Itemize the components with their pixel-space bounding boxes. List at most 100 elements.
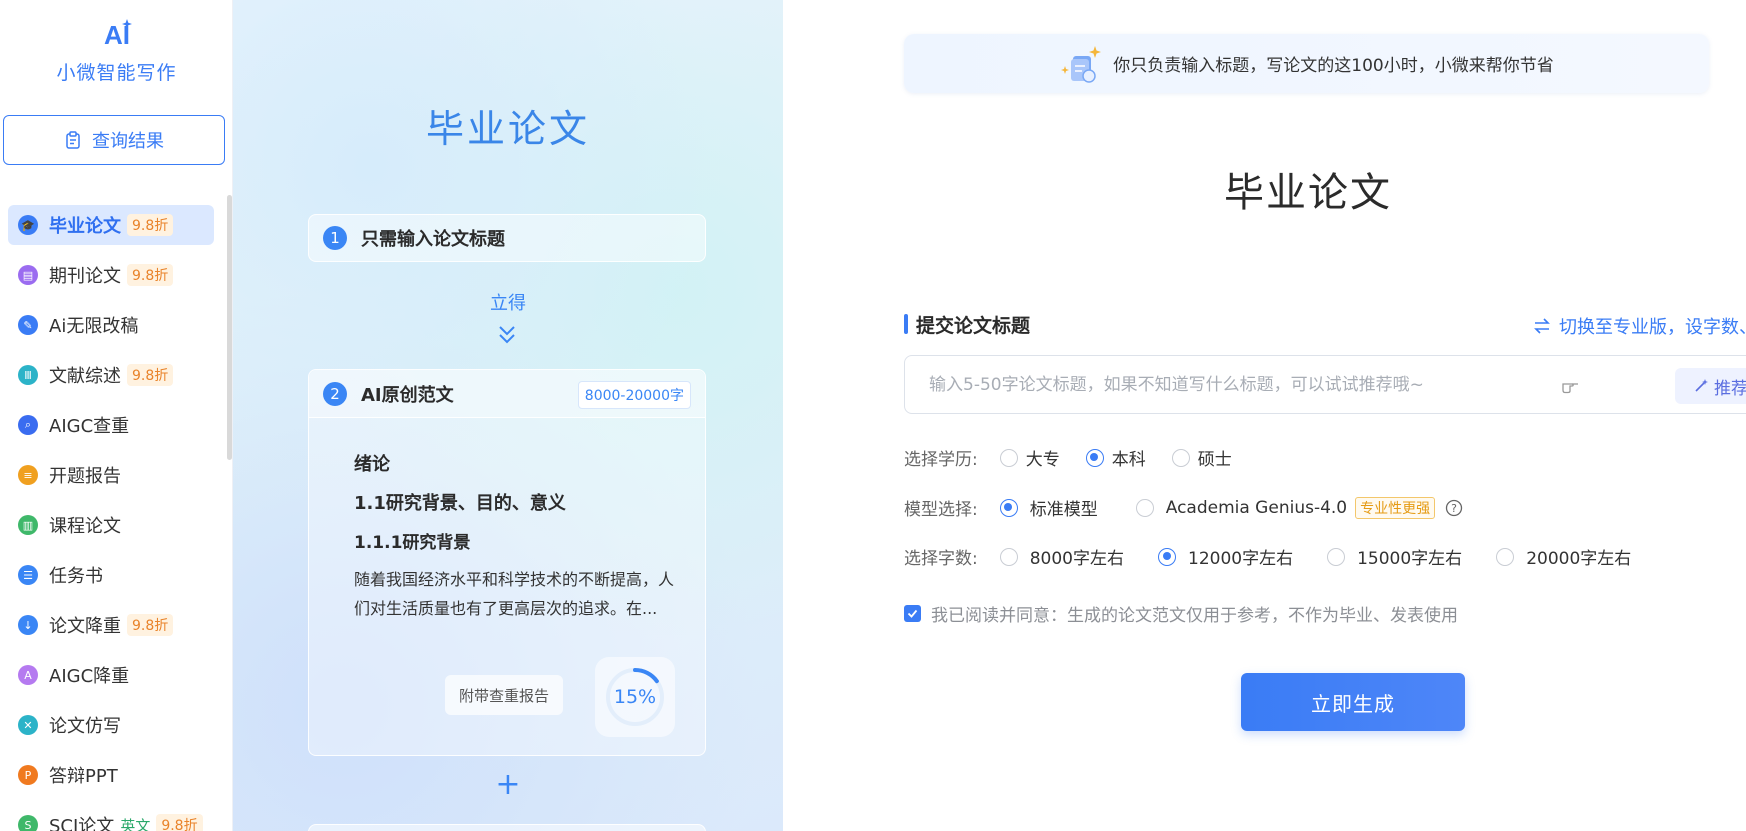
sidebar-item-label: 开题报告 (49, 466, 121, 487)
document-sparkle-icon (1061, 45, 1102, 83)
step-number: 2 (323, 381, 347, 406)
query-results-label: 查询结果 (92, 131, 164, 152)
radio-button[interactable] (999, 547, 1018, 566)
brand[interactable]: AI 小微智能写作 (0, 16, 232, 85)
radio-button-selected[interactable] (1085, 448, 1104, 467)
check-icon (907, 609, 918, 618)
pen-icon: ✎ (18, 315, 38, 335)
word-range-badge: 8000-20000字 (577, 381, 691, 409)
title-input[interactable] (929, 372, 1549, 398)
section-header: 提交论文标题 (904, 312, 1030, 337)
discount-badge: 9.8折 (156, 814, 203, 831)
degree-option-bachelor[interactable]: 本科 (1085, 445, 1146, 470)
sidebar-item-graduation-thesis[interactable]: 🎓 毕业论文 9.8折 (8, 205, 214, 245)
title-input-box: 推荐标题 (904, 355, 1746, 414)
sidebar-item-label: 论文降重 (49, 616, 121, 637)
sidebar-scrollbar[interactable] (227, 195, 232, 460)
graduation-cap-icon: 🎓 (18, 215, 38, 235)
degree-option-junior-college[interactable]: 大专 (999, 445, 1060, 470)
word-option-8000[interactable]: 8000字左右 (999, 544, 1124, 569)
word-count-row: 选择字数: 8000字左右 12000字左右 15000字左右 20000字左右 (904, 544, 1631, 569)
task-icon: ☰ (18, 565, 38, 585)
sidebar-item-course-paper[interactable]: ▥ 课程论文 (8, 505, 214, 545)
radio-button-selected[interactable] (1158, 547, 1176, 566)
radio-button[interactable] (1496, 547, 1515, 566)
word-option-20000[interactable]: 20000字左右 (1496, 544, 1631, 569)
option-label: 12000字左右 (1188, 549, 1294, 569)
instant-label: 立得 (490, 293, 526, 314)
model-option-academia-genius[interactable]: Academia Genius-4.0 (1135, 498, 1347, 518)
sidebar-item-label: 期刊论文 (49, 266, 121, 287)
step-1-bar: 1 只需输入论文标题 (308, 214, 706, 262)
radio-button[interactable] (1171, 448, 1190, 467)
option-label: 本科 (1111, 450, 1146, 470)
outline-preview: 绪论 1.1研究背景、目的、意义 1.1.1研究背景 随着我国经济水平和科学技术… (354, 450, 674, 623)
similarity-percent: 15% (613, 686, 657, 708)
outline-heading-2: 1.1研究背景、目的、意义 (354, 493, 566, 514)
discount-badge: 9.8折 (127, 364, 174, 386)
outline-heading-1: 绪论 (354, 454, 390, 475)
sidebar-item-literature-review[interactable]: Ⅲ 文献综述 9.8折 (8, 355, 214, 395)
sidebar-item-label: 课程论文 (49, 516, 121, 537)
section-accent-bar (904, 314, 908, 334)
rewrite-icon: ✕ (18, 715, 38, 735)
switch-pro-link[interactable]: 切换至专业版，设字数、 (1533, 313, 1746, 339)
magic-wand-icon (1695, 379, 1708, 392)
option-label: 标准模型 (1029, 500, 1098, 520)
model-row: 模型选择: 标准模型 Academia Genius-4.0 专业性更强 ? (904, 495, 1463, 520)
sidebar-item-journal-paper[interactable]: ▤ 期刊论文 9.8折 (8, 255, 214, 295)
word-option-12000[interactable]: 12000字左右 (1158, 544, 1293, 569)
sidebar-item-proposal-report[interactable]: ≡ 开题报告 (8, 455, 214, 495)
sci-icon: S (18, 815, 38, 831)
sidebar-item-label: 论文仿写 (49, 716, 121, 737)
banner-text: 你只负责输入标题，写论文的这100小时，小微来帮你节省 (1113, 56, 1554, 76)
degree-option-master[interactable]: 硕士 (1171, 445, 1232, 470)
sidebar-item-label: 毕业论文 (49, 216, 121, 237)
sidebar-item-task-book[interactable]: ☰ 任务书 (8, 555, 214, 595)
step-text: AI原创范文 (361, 384, 454, 406)
generate-button[interactable]: 立即生成 (1241, 673, 1465, 731)
step-text: 只需输入论文标题 (361, 229, 505, 250)
discount-badge: 9.8折 (127, 264, 174, 286)
sidebar-item-ai-revise[interactable]: ✎ Ai无限改稿 (8, 305, 214, 345)
book-icon: ▥ (18, 515, 38, 535)
recommend-title-label: 推荐标题 (1714, 378, 1746, 399)
agreement-checkbox[interactable] (904, 605, 921, 622)
ai-reduce-icon: A (18, 665, 38, 685)
outline-paragraph: 随着我国经济水平和科学技术的不断提高，人们对生活质量也有了更高层次的追求。在..… (354, 570, 675, 618)
option-label: 8000字左右 (1029, 549, 1124, 569)
word-option-15000[interactable]: 15000字左右 (1327, 544, 1462, 569)
model-label: 模型选择: (904, 500, 978, 520)
degree-row: 选择学历: 大专 本科 硕士 (904, 445, 1258, 470)
sidebar-item-defense-ppt[interactable]: P 答辩PPT (8, 755, 214, 795)
sidebar-item-aigc-reduce[interactable]: A AIGC降重 (8, 655, 214, 695)
sidebar-item-paper-rewrite[interactable]: ✕ 论文仿写 (8, 705, 214, 745)
sidebar-item-label: 文献综述 (49, 366, 121, 387)
discount-badge: 9.8折 (127, 614, 174, 636)
help-icon[interactable]: ? (1445, 499, 1463, 517)
ai-logo-icon: AI (104, 19, 132, 50)
sidebar-menu: 🎓 毕业论文 9.8折 ▤ 期刊论文 9.8折 ✎ Ai无限改稿 Ⅲ 文献综述 … (8, 205, 214, 831)
sidebar: AI 小微智能写作 查询结果 🎓 毕业论文 9.8折 ▤ 期刊论文 9.8折 ✎… (0, 0, 233, 831)
model-option-standard[interactable]: 标准模型 (999, 495, 1098, 520)
sidebar-item-label: SCI论文 (49, 816, 115, 831)
sidebar-item-sci-paper[interactable]: S SCI论文 英文 9.8折 (8, 805, 214, 831)
journal-icon: ▤ (18, 265, 38, 285)
recommend-title-button[interactable]: 推荐标题 (1675, 368, 1746, 404)
radio-button[interactable] (1135, 498, 1154, 517)
sidebar-item-aigc-check[interactable]: ⌕ AIGC查重 (8, 405, 214, 445)
search-check-icon: ⌕ (18, 415, 38, 435)
double-chevron-down-icon (499, 326, 515, 344)
plagiarism-report-tag: 附带查重报告 (445, 675, 564, 715)
query-results-button[interactable]: 查询结果 (3, 115, 225, 165)
option-label: 硕士 (1197, 450, 1232, 470)
agreement-text: 我已阅读并同意：生成的论文范文仅用于参考，不作为毕业、发表使用 (931, 606, 1458, 626)
radio-button[interactable] (1327, 547, 1346, 566)
report-icon: ≡ (18, 465, 38, 485)
radio-button-selected[interactable] (999, 498, 1018, 517)
pro-tag: 专业性更强 (1355, 496, 1436, 519)
radio-button[interactable] (999, 448, 1018, 467)
option-label: 15000字左右 (1357, 549, 1463, 569)
sidebar-item-paper-reduce[interactable]: ↓ 论文降重 9.8折 (8, 605, 214, 645)
ppt-icon: P (18, 765, 38, 785)
